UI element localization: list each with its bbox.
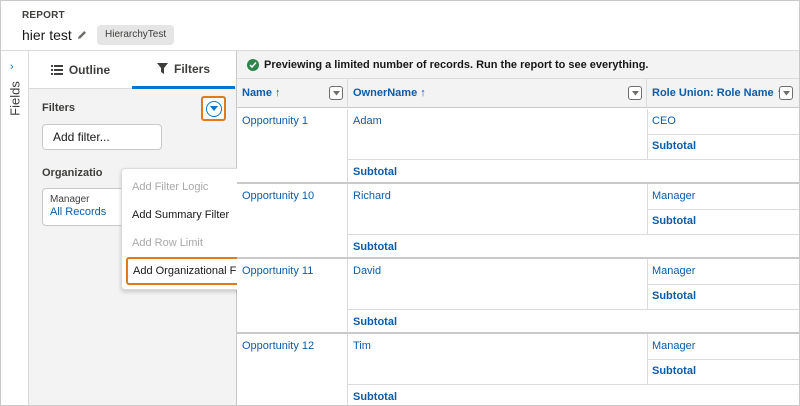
tab-outline[interactable]: Outline <box>29 51 132 89</box>
preview-banner: Previewing a limited number of records. … <box>237 51 799 79</box>
report-type-badge: HierarchyTest <box>97 25 175 45</box>
column-header-name[interactable]: Name ↑ <box>237 79 348 108</box>
menu-item-add-summary-filter[interactable]: Add Summary Filter <box>122 202 251 228</box>
tab-outline-label: Outline <box>68 63 111 77</box>
row-divider <box>647 359 799 360</box>
name-cell: Opportunity 11 <box>237 259 348 332</box>
pencil-icon[interactable] <box>76 29 88 41</box>
opportunity-link[interactable]: Opportunity 12 <box>242 340 314 352</box>
filters-menu-button[interactable] <box>201 96 226 121</box>
table-row-group: Opportunity 10 Richard Manager Subtotal … <box>237 184 799 259</box>
check-circle-icon <box>247 58 259 71</box>
row-divider <box>348 234 799 235</box>
owner-subtotal: Subtotal <box>353 391 397 403</box>
owner-name: Richard <box>353 190 391 202</box>
role-name: Manager <box>652 340 696 352</box>
role-name: CEO <box>652 115 676 127</box>
role-name: Manager <box>652 265 696 277</box>
chevron-down-icon[interactable] <box>779 86 793 100</box>
org-filter-heading: Organizational Filter <box>42 167 102 179</box>
chevron-down-icon[interactable] <box>329 86 343 100</box>
tab-filters-label: Filters <box>173 61 210 76</box>
column-header-owner-label: OwnerName ↑ <box>353 87 426 99</box>
panel-tabs: Outline Filters <box>29 51 236 89</box>
tab-filters[interactable]: Filters <box>132 51 235 89</box>
table-row-group: Opportunity 11 David Manager Subtotal Su… <box>237 259 799 334</box>
role-name: Manager <box>652 190 696 202</box>
report-label: REPORT <box>22 10 65 21</box>
table-row-group: Opportunity 1 Adam CEO Subtotal Subtotal <box>237 109 799 184</box>
role-subtotal: Subtotal <box>652 290 696 302</box>
name-cell: Opportunity 12 <box>237 334 348 405</box>
name-cell: Opportunity 1 <box>237 109 348 182</box>
row-divider <box>647 209 799 210</box>
menu-item-add-organizational-filter[interactable]: Add Organizational Filter <box>126 257 254 285</box>
list-icon <box>50 65 63 75</box>
chevron-right-icon[interactable]: › <box>10 61 14 73</box>
role-subtotal: Subtotal <box>652 140 696 152</box>
owner-subtotal: Subtotal <box>353 241 397 253</box>
chevron-down-icon[interactable] <box>628 86 642 100</box>
owner-name: Adam <box>353 115 382 127</box>
role-subtotal: Subtotal <box>652 365 696 377</box>
column-header-name-label: Name ↑ <box>242 87 281 99</box>
fields-rail-label[interactable]: Fields <box>8 81 23 117</box>
chevron-down-icon <box>205 100 222 117</box>
owner-subtotal: Subtotal <box>353 316 397 328</box>
filter-panel: Outline Filters Filters Add filter... Or… <box>29 51 254 405</box>
row-divider <box>348 384 799 385</box>
filters-heading: Filters <box>42 102 76 114</box>
owner-name: Tim <box>353 340 371 352</box>
name-cell: Opportunity 10 <box>237 184 348 257</box>
funnel-icon <box>156 63 168 74</box>
owner-subtotal: Subtotal <box>353 166 397 178</box>
opportunity-link[interactable]: Opportunity 10 <box>242 190 314 202</box>
column-header-role[interactable]: Role Union: Role Name ↑ <box>647 79 799 108</box>
table-row-group: Opportunity 12 Tim Manager Subtotal Subt… <box>237 334 799 405</box>
report-preview: Previewing a limited number of records. … <box>237 51 799 405</box>
report-title: hier test <box>22 27 72 43</box>
role-subtotal: Subtotal <box>652 215 696 227</box>
add-filter-input[interactable]: Add filter... <box>42 124 162 150</box>
report-builder-window: REPORT hier test HierarchyTest › Fields … <box>0 0 800 406</box>
column-header-role-label: Role Union: Role Name ↑ <box>652 87 783 99</box>
filter-options-menu: Add Filter Logic Add Summary Filter Add … <box>121 168 254 290</box>
opportunity-link[interactable]: Opportunity 11 <box>242 265 313 277</box>
preview-message: Previewing a limited number of records. … <box>264 58 649 71</box>
owner-name: David <box>353 265 382 277</box>
menu-item-add-row-limit: Add Row Limit <box>132 237 203 249</box>
menu-item-add-filter-logic: Add Filter Logic <box>132 181 209 193</box>
row-divider <box>647 284 799 285</box>
row-divider <box>348 159 799 160</box>
fields-rail[interactable]: › Fields <box>1 51 29 405</box>
report-header: REPORT hier test HierarchyTest <box>1 1 799 51</box>
row-divider <box>348 309 799 310</box>
opportunity-link[interactable]: Opportunity 1 <box>242 115 308 127</box>
column-header-owner[interactable]: OwnerName ↑ <box>348 79 647 108</box>
row-divider <box>647 134 799 135</box>
